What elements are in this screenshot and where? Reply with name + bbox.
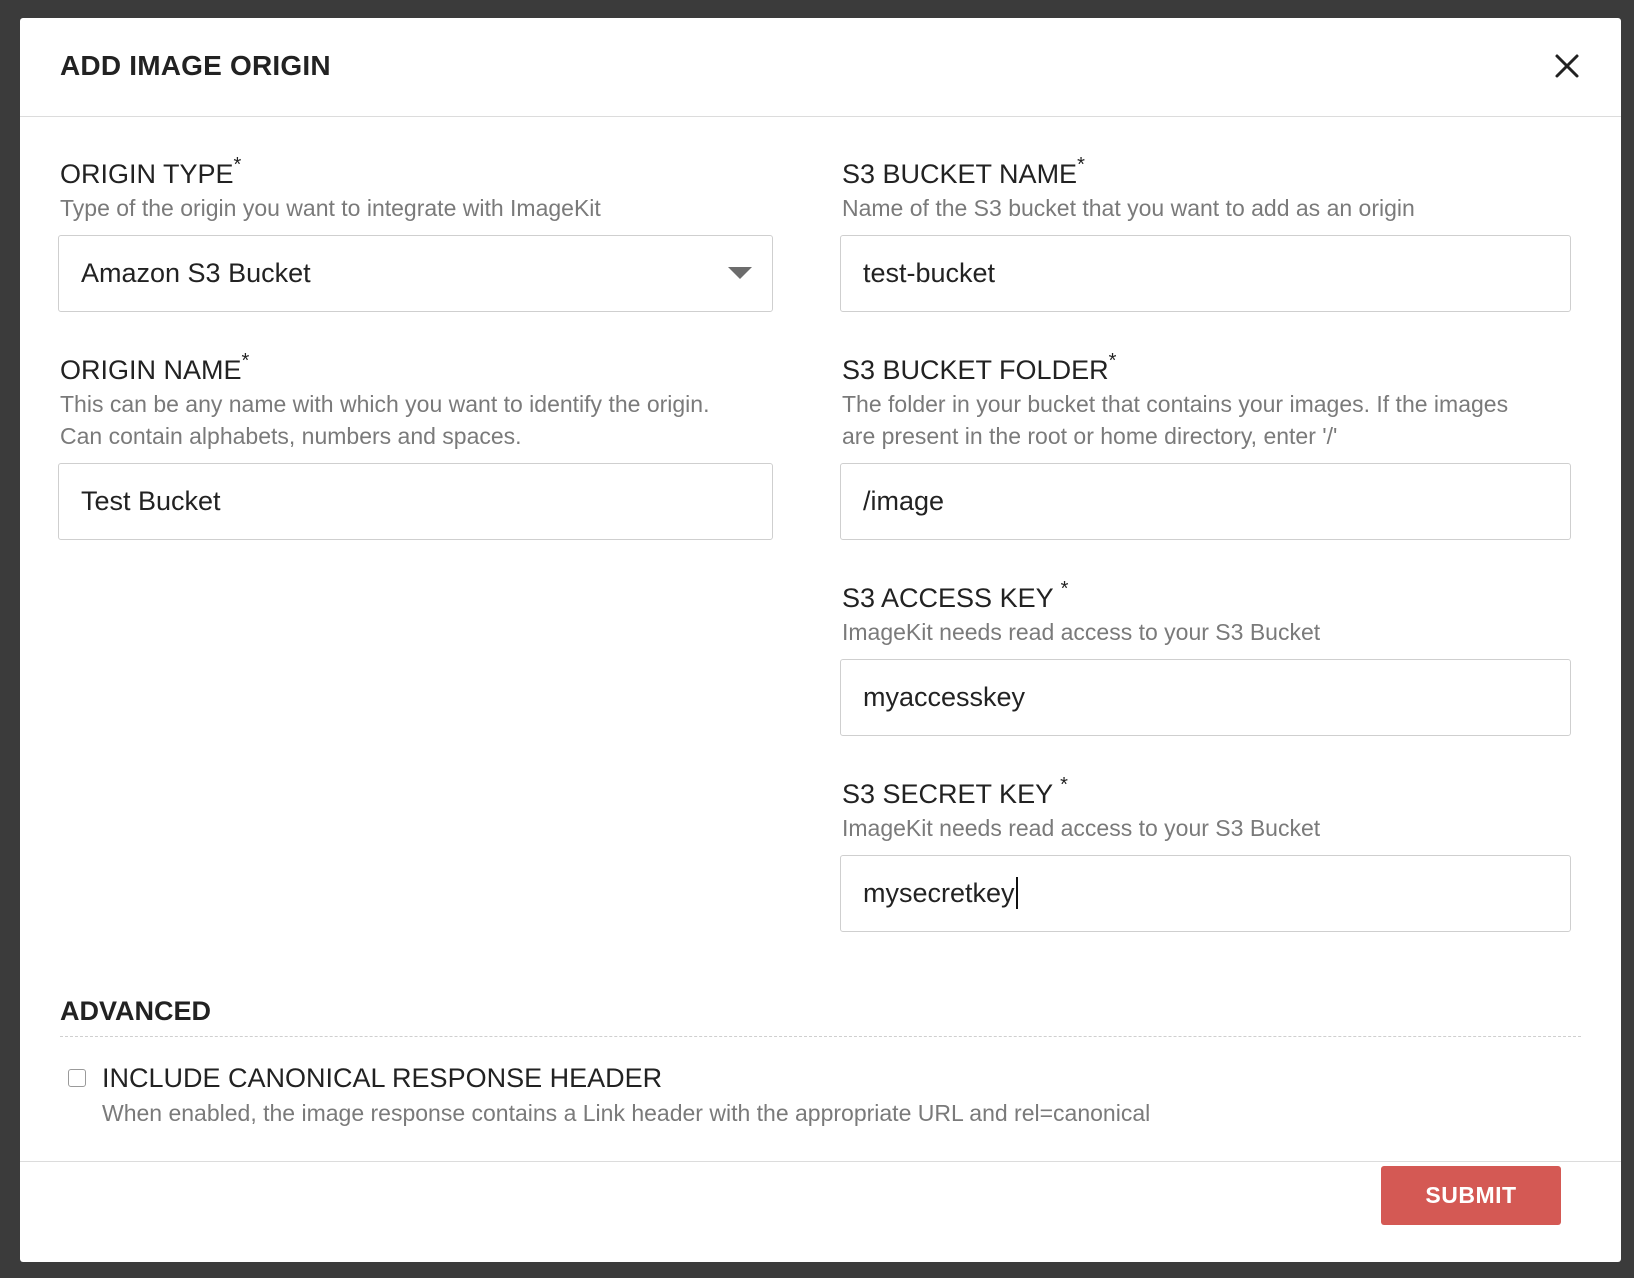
origin-type-field: ORIGIN TYPE* Type of the origin you want…: [60, 154, 760, 224]
modal-title: ADD IMAGE ORIGIN: [60, 50, 331, 81]
section-divider: [60, 1036, 1581, 1037]
bucket-name-field: S3 BUCKET NAME* Name of the S3 bucket th…: [842, 154, 1582, 224]
origin-name-value: Test Bucket: [81, 486, 221, 516]
origin-type-select[interactable]: Amazon S3 Bucket: [58, 235, 773, 312]
secret-key-help: ImageKit needs read access to your S3 Bu…: [842, 815, 1321, 841]
origin-name-help-line1: This can be any name with which you want…: [60, 391, 710, 417]
canonical-header-help: When enabled, the image response contain…: [102, 1100, 1151, 1126]
required-marker: *: [233, 154, 242, 176]
advanced-section-title: ADVANCED: [60, 996, 212, 1026]
add-image-origin-dialog: ADD IMAGE ORIGIN ORIGIN TYPE* Type of th…: [20, 18, 1621, 1262]
access-key-help: ImageKit needs read access to your S3 Bu…: [842, 619, 1321, 645]
access-key-label: S3 ACCESS KEY *: [842, 578, 1069, 613]
access-key-field: S3 ACCESS KEY * ImageKit needs read acce…: [842, 578, 1582, 648]
secret-key-label: S3 SECRET KEY *: [842, 774, 1068, 809]
origin-type-help: Type of the origin you want to integrate…: [60, 195, 601, 221]
bucket-folder-field: S3 BUCKET FOLDER* The folder in your buc…: [842, 350, 1582, 452]
access-key-input[interactable]: myaccesskey: [840, 659, 1571, 736]
origin-type-label: ORIGIN TYPE*: [60, 154, 242, 189]
modal-footer: [20, 1161, 1621, 1162]
required-marker: *: [241, 350, 250, 372]
secret-key-value: mysecretkey: [863, 878, 1015, 908]
close-icon: [1555, 54, 1579, 78]
text-cursor: [1015, 876, 1018, 909]
bucket-folder-label: S3 BUCKET FOLDER*: [842, 350, 1117, 385]
origin-type-value: Amazon S3 Bucket: [81, 258, 311, 288]
bucket-name-input[interactable]: test-bucket: [840, 235, 1571, 312]
bucket-folder-help-line2: are present in the root or home director…: [842, 423, 1338, 449]
bucket-name-value: test-bucket: [863, 258, 996, 288]
required-marker: *: [1077, 154, 1085, 176]
bucket-folder-input[interactable]: /image: [840, 463, 1571, 540]
bucket-folder-help-line1: The folder in your bucket that contains …: [842, 391, 1509, 417]
bucket-name-help: Name of the S3 bucket that you want to a…: [842, 195, 1415, 221]
chevron-down-icon: [728, 267, 752, 279]
required-marker: *: [1060, 774, 1068, 796]
required-marker: *: [1060, 578, 1069, 600]
secret-key-field: S3 SECRET KEY * ImageKit needs read acce…: [842, 774, 1582, 844]
submit-button[interactable]: SUBMIT: [1381, 1166, 1561, 1225]
bucket-name-label: S3 BUCKET NAME*: [842, 154, 1085, 189]
origin-name-help-line2: Can contain alphabets, numbers and space…: [60, 423, 522, 449]
required-marker: *: [1108, 350, 1117, 372]
modal-header: ADD IMAGE ORIGIN: [20, 18, 1621, 117]
canonical-header-label[interactable]: INCLUDE CANONICAL RESPONSE HEADER: [102, 1062, 662, 1094]
canonical-header-checkbox[interactable]: [68, 1069, 86, 1087]
origin-name-input[interactable]: Test Bucket: [58, 463, 773, 540]
secret-key-input[interactable]: mysecretkey: [840, 855, 1571, 932]
origin-name-label: ORIGIN NAME*: [60, 350, 250, 385]
bucket-folder-value: /image: [863, 486, 945, 516]
access-key-value: myaccesskey: [863, 682, 1026, 712]
close-button[interactable]: [1551, 50, 1583, 82]
origin-name-field: ORIGIN NAME* This can be any name with w…: [60, 350, 780, 452]
